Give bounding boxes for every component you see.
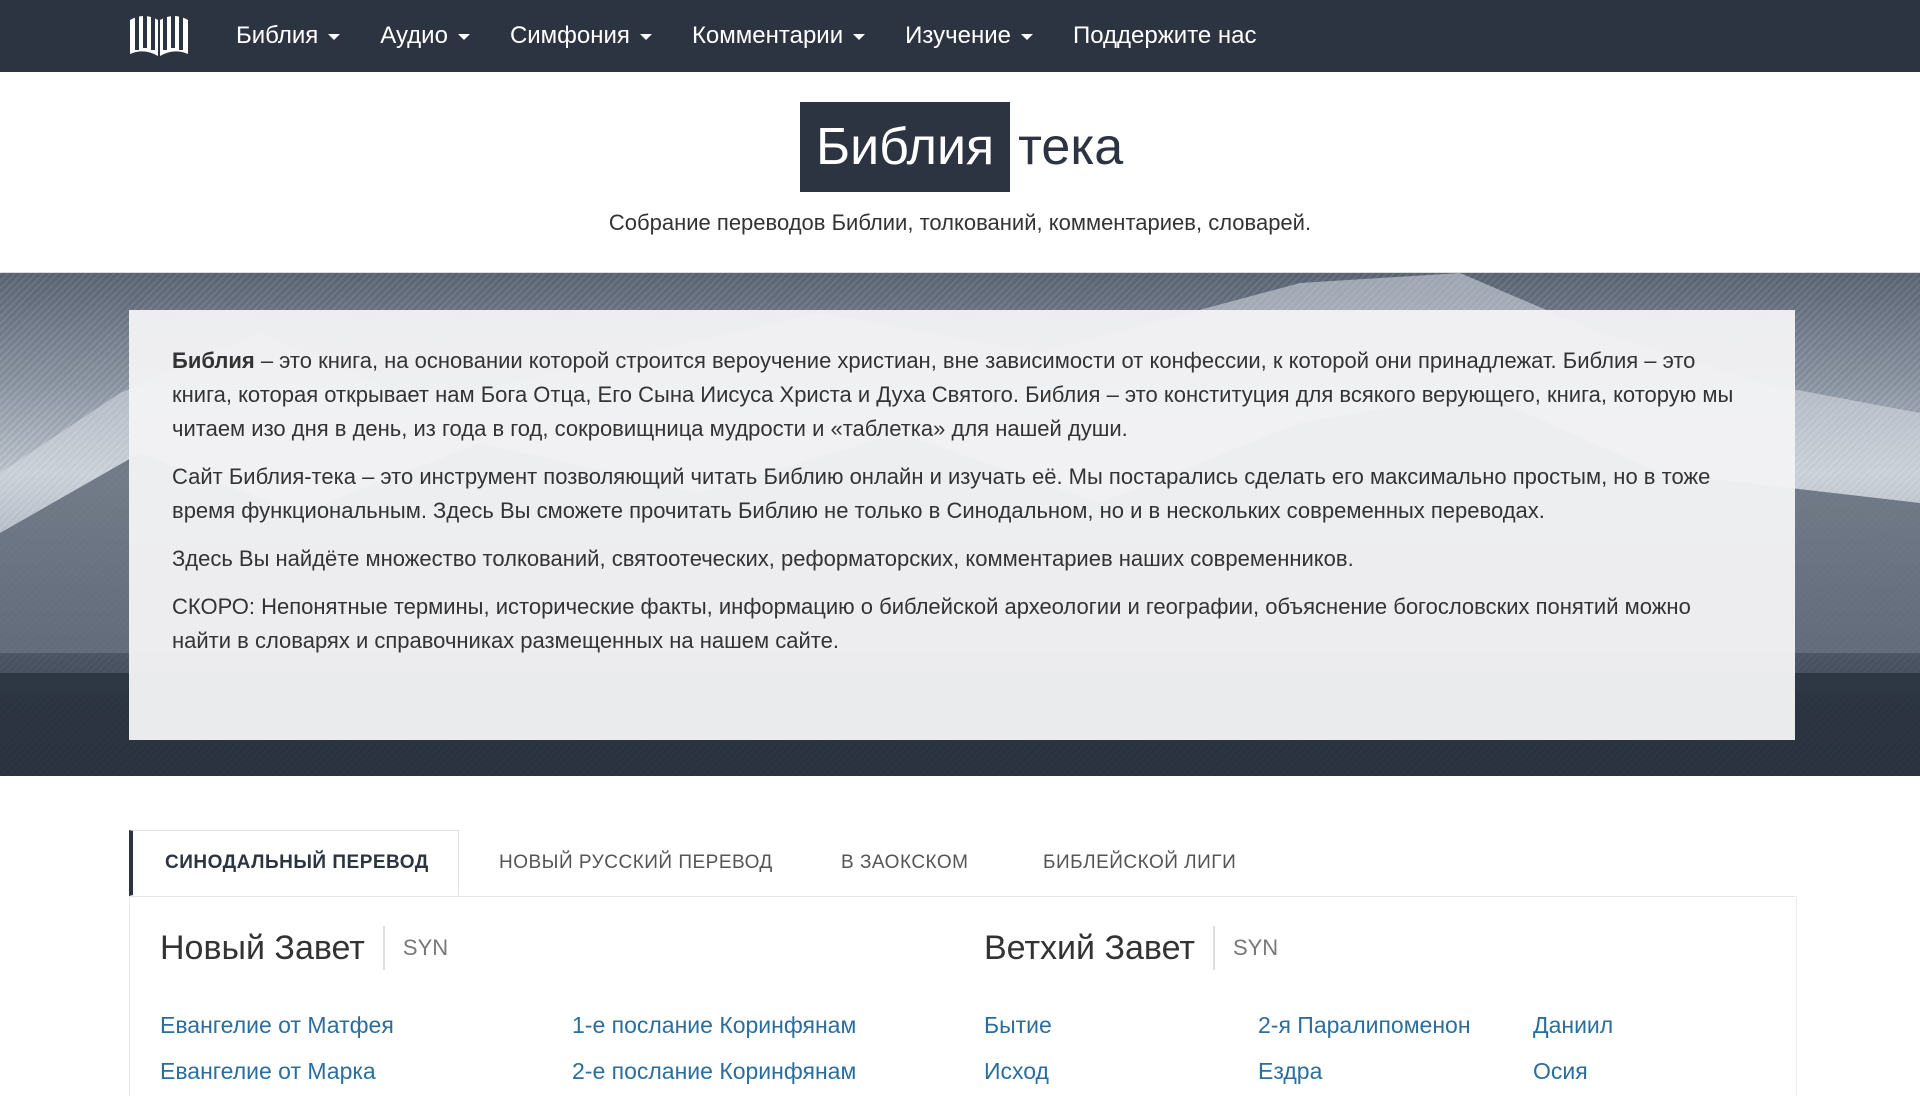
intro-paragraph-4: СКОРО: Непонятные термины, исторические … [172, 594, 1691, 653]
caret-down-icon [853, 34, 866, 40]
old-testament-code: SYN [1232, 935, 1279, 960]
main-menu: Библия Аудио Симфония Комментарии Изучен… [216, 0, 1277, 72]
brand-part-dark: Библия [800, 102, 1011, 192]
tab-zaoksky[interactable]: В ЗАОКСКОМ [841, 830, 969, 896]
book-link-2-chronicles[interactable]: 2-я Паралипоменон [1258, 1012, 1471, 1039]
intro-paragraph-1: Библия – это книга, на основании которой… [172, 344, 1752, 446]
intro-panel: Библия – это книга, на основании которой… [129, 310, 1795, 740]
caret-down-icon [328, 34, 341, 40]
intro-p1-text: – это книга, на основании которой строит… [172, 348, 1734, 441]
nav-commentaries-label: Комментарии [691, 22, 844, 49]
nav-support-label: Поддержите нас [1072, 22, 1257, 49]
book-link-daniel[interactable]: Даниил [1533, 1012, 1613, 1039]
tab-new-russian[interactable]: НОВЫЙ РУССКИЙ ПЕРЕВОД [499, 830, 773, 896]
nav-study-label: Изучение [905, 22, 1011, 49]
book-link-matthew[interactable]: Евангелие от Матфея [160, 1012, 394, 1039]
book-link-exodus[interactable]: Исход [984, 1058, 1049, 1085]
caret-down-icon [457, 34, 470, 40]
nav-commentaries[interactable]: Комментарии [672, 0, 885, 72]
caret-down-icon [1020, 34, 1033, 40]
nav-bible-label: Библия [236, 22, 319, 49]
nav-bible[interactable]: Библия [216, 0, 360, 72]
site-tagline: Собрание переводов Библии, толкований, к… [608, 210, 1312, 235]
hero-banner: Библия – это книга, на основании которой… [0, 273, 1920, 776]
book-link-2-corinthians[interactable]: 2-е послание Коринфянам [572, 1058, 856, 1085]
intro-bold-word: Библия [172, 348, 255, 373]
new-testament-heading: Новый Завет SYN [160, 926, 448, 970]
top-navbar: Библия Аудио Симфония Комментарии Изучен… [0, 0, 1920, 72]
book-link-hosea[interactable]: Осия [1533, 1058, 1588, 1085]
tab-synodal[interactable]: СИНОДАЛЬНЫЙ ПЕРЕВОД [129, 830, 459, 896]
book-link-genesis[interactable]: Бытие [984, 1012, 1052, 1039]
book-link-mark[interactable]: Евангелие от Марка [160, 1058, 376, 1085]
nav-symphony-label: Симфония [509, 22, 630, 49]
caret-down-icon [639, 34, 652, 40]
books-panel: Новый Завет SYN Ветхий Завет SYN Евангел… [129, 896, 1797, 1096]
intro-paragraph-2: Сайт Библия-тека – это инструмент позвол… [172, 464, 1711, 523]
translation-tabs: СИНОДАЛЬНЫЙ ПЕРЕВОД НОВЫЙ РУССКИЙ ПЕРЕВО… [129, 830, 1795, 897]
nav-audio[interactable]: Аудио [360, 0, 490, 72]
nav-symphony[interactable]: Симфония [490, 0, 672, 72]
old-testament-heading: Ветхий Завет SYN [984, 926, 1278, 970]
tab-bible-league[interactable]: БИБЛЕЙСКОЙ ЛИГИ [1043, 830, 1236, 896]
intro-paragraph-3: Здесь Вы найдёте множество толкований, с… [172, 546, 1354, 571]
nav-audio-label: Аудио [380, 22, 448, 49]
new-testament-code: SYN [402, 935, 449, 960]
old-testament-title: Ветхий Завет [984, 926, 1215, 970]
book-link-1-corinthians[interactable]: 1-е послание Коринфянам [572, 1012, 856, 1039]
site-header: Библия тека Собрание переводов Библии, т… [0, 72, 1920, 273]
book-logo-icon[interactable] [128, 12, 190, 58]
brand-part-light: тека [1018, 118, 1124, 176]
book-link-ezra[interactable]: Ездра [1258, 1058, 1322, 1085]
nav-support[interactable]: Поддержите нас [1053, 0, 1277, 72]
new-testament-title: Новый Завет [160, 926, 385, 970]
site-brand[interactable]: Библия тека [800, 102, 1131, 192]
nav-study[interactable]: Изучение [885, 0, 1053, 72]
